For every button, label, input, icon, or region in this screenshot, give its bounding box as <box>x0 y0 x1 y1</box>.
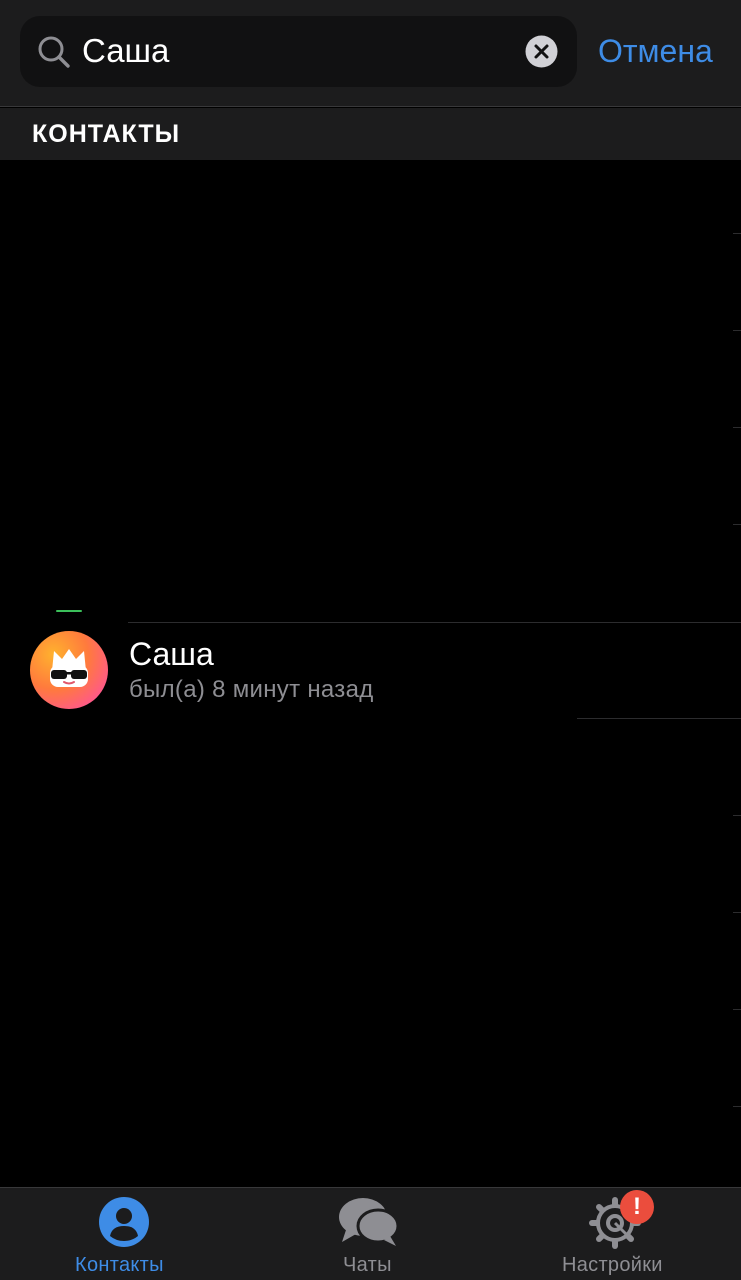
row-separator <box>733 427 741 428</box>
online-indicator <box>56 610 82 612</box>
section-title: КОНТАКТЫ <box>32 120 181 148</box>
section-header: КОНТАКТЫ <box>0 108 741 160</box>
row-separator <box>733 912 741 913</box>
clear-search-icon[interactable] <box>525 35 558 68</box>
avatar <box>30 631 108 709</box>
row-separator <box>733 1009 741 1010</box>
contact-row[interactable]: Саша был(а) 8 минут назад <box>0 622 741 719</box>
contact-last-seen: был(а) 8 минут назад <box>129 676 374 703</box>
contacts-search-screen: Отмена КОНТАКТЫ Саша <box>0 0 741 1280</box>
row-separator <box>733 233 741 234</box>
tab-chats-label: Чаты <box>343 1254 392 1276</box>
person-circle-icon <box>99 1197 149 1247</box>
tab-contacts-label: Контакты <box>75 1254 164 1276</box>
row-separator <box>733 524 741 525</box>
row-separator <box>733 1106 741 1107</box>
search-header: Отмена <box>0 0 741 107</box>
contact-name: Саша <box>129 636 214 672</box>
search-input[interactable] <box>82 28 512 74</box>
row-separator <box>128 622 741 623</box>
cool-cat-face-avatar-icon <box>50 649 88 687</box>
tab-settings-label: Настройки <box>562 1254 663 1276</box>
chat-bubbles-icon <box>339 1198 400 1246</box>
tab-chats[interactable]: Чаты <box>320 1188 420 1280</box>
row-separator <box>733 330 741 331</box>
cancel-button[interactable]: Отмена <box>598 28 713 74</box>
row-separator <box>577 718 741 719</box>
row-separator <box>733 815 741 816</box>
tab-settings[interactable]: ! Настройки <box>558 1188 678 1280</box>
tab-bar: Контакты Чаты ! Настройки <box>0 1187 741 1280</box>
search-icon <box>38 36 70 68</box>
settings-alert-badge: ! <box>620 1190 654 1224</box>
tab-contacts[interactable]: Контакты <box>60 1188 188 1280</box>
search-field[interactable] <box>20 16 577 87</box>
